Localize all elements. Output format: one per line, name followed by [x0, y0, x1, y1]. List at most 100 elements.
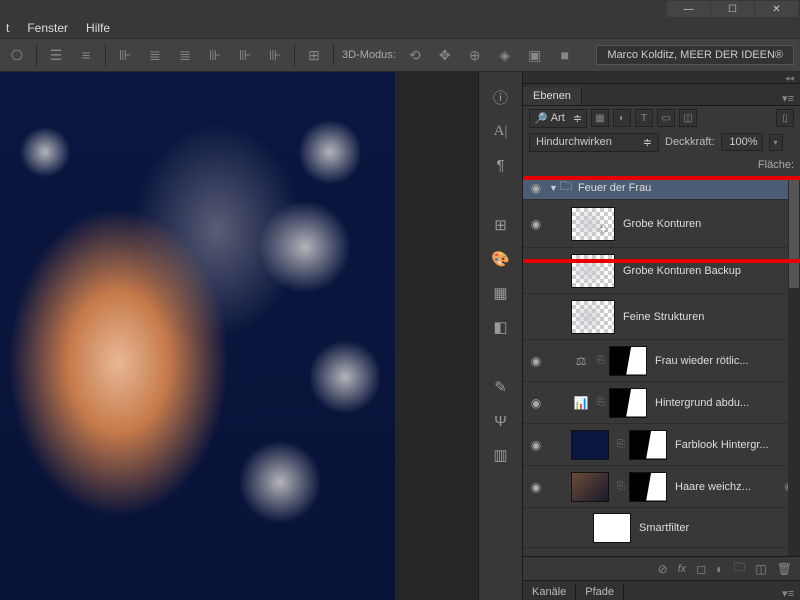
window-close-button[interactable]: ✕ [755, 1, 798, 17]
scrollbar[interactable] [788, 176, 800, 556]
mask-thumbnail[interactable] [609, 346, 647, 376]
window-maximize-button[interactable]: ☐ [711, 1, 754, 17]
filter-pixel-icon[interactable]: ▦ [591, 109, 609, 127]
layer-effects-icon[interactable]: fx [678, 563, 687, 575]
layer-name[interactable]: Frau wieder rötlic... [655, 355, 800, 367]
align-icon[interactable]: ≡ [75, 44, 97, 66]
brush-presets-icon[interactable]: Ψ [488, 410, 514, 432]
add-mask-icon[interactable]: ◻ [696, 562, 706, 576]
layer-name[interactable]: Haare weichz... [675, 481, 784, 493]
adjustments-icon[interactable]: ◧ [488, 316, 514, 338]
scrollbar-thumb[interactable] [789, 178, 799, 288]
layer-grobe-konturen-backup[interactable]: Grobe Konturen Backup [523, 248, 800, 294]
align-icon[interactable]: ☰ [45, 44, 67, 66]
opacity-input[interactable]: 100% [721, 133, 763, 151]
layer-farblook[interactable]: ◉ ⎘ Farblook Hintergr... [523, 424, 800, 466]
layer-smartfilter[interactable]: Smartfilter [523, 508, 800, 548]
panel-menu-icon[interactable]: ▾≡ [776, 92, 800, 105]
distribute-icon[interactable]: ⊪ [264, 44, 286, 66]
3d-icon[interactable]: ⊞ [303, 44, 325, 66]
3d-rotate-icon[interactable]: ✥ [434, 44, 456, 66]
brush-icon[interactable]: ✎ [488, 376, 514, 398]
clone-source-icon[interactable]: ▥ [488, 444, 514, 466]
menu-item-fenster[interactable]: Fenster [27, 21, 68, 35]
smartobject-thumbnail[interactable] [571, 472, 609, 502]
divider [36, 44, 37, 66]
filter-adjust-icon[interactable]: ◐ [613, 109, 631, 127]
3d-scale-icon[interactable]: ▣ [524, 44, 546, 66]
mask-thumbnail[interactable] [629, 430, 667, 460]
distribute-icon[interactable]: ⊪ [204, 44, 226, 66]
window-titlebar: — ☐ ✕ [0, 0, 800, 18]
canvas-image [0, 72, 395, 600]
character-icon[interactable]: A| [488, 120, 514, 142]
fill-label: Fläche: [758, 159, 794, 171]
layer-feine-strukturen[interactable]: Feine Strukturen [523, 294, 800, 340]
3d-pan-icon[interactable]: ⊕ [464, 44, 486, 66]
filter-shape-icon[interactable]: ▭ [657, 109, 675, 127]
user-badge[interactable]: Marco Kolditz, MEER DER IDEEN® [596, 45, 794, 65]
visibility-toggle-icon[interactable]: ◉ [531, 181, 541, 195]
visibility-toggle-icon[interactable]: ◉ [531, 354, 541, 368]
filter-type-icon[interactable]: T [635, 109, 653, 127]
layer-name[interactable]: Grobe Konturen Backup [623, 265, 800, 277]
disclosure-triangle-icon[interactable]: ▼ [549, 183, 558, 193]
visibility-toggle-icon[interactable]: ◉ [531, 438, 541, 452]
filter-type-dropdown[interactable]: 🔎Art≑ [529, 109, 587, 128]
link-layers-icon[interactable]: ⊘ [658, 562, 668, 576]
layer-thumbnail[interactable]: ✦ [571, 207, 615, 241]
layer-hintergrund-abdu[interactable]: ◉ 📊 ⎘ Hintergrund abdu... [523, 382, 800, 424]
menu-item-hilfe[interactable]: Hilfe [86, 21, 110, 35]
distribute-icon[interactable]: ⊪ [114, 44, 136, 66]
color-icon[interactable]: 🎨 [488, 248, 514, 270]
swatches-icon[interactable]: ⊞ [488, 214, 514, 236]
panel-collapse-icon[interactable]: ◂◂ [523, 72, 800, 84]
visibility-toggle-icon[interactable]: ◉ [531, 480, 541, 494]
filter-mask-thumbnail[interactable] [593, 513, 631, 543]
fill-thumbnail[interactable] [571, 430, 609, 460]
styles-icon[interactable]: ▦ [488, 282, 514, 304]
layers-panel-footer: ⊘ fx ◻ ◐ 🗀 ◫ 🗑 [523, 556, 800, 580]
layer-grobe-konturen[interactable]: ◉ ✦ Grobe Konturen [523, 200, 800, 248]
new-group-icon[interactable]: 🗀 [733, 558, 745, 579]
layer-name[interactable]: Feine Strukturen [623, 311, 800, 323]
tab-kanaele[interactable]: Kanäle [523, 584, 576, 600]
layer-name[interactable]: Farblook Hintergr... [675, 439, 800, 451]
layer-frau-roetlich[interactable]: ◉ ⚖ ⎘ Frau wieder rötlic... [523, 340, 800, 382]
layer-name[interactable]: Smartfilter [639, 522, 800, 534]
distribute-icon[interactable]: ⊪ [234, 44, 256, 66]
layer-group-feuer[interactable]: ◉ ▼ 🗀 Feuer der Frau [523, 176, 800, 200]
window-minimize-button[interactable]: — [667, 1, 710, 17]
layer-name[interactable]: Hintergrund abdu... [655, 397, 800, 409]
visibility-toggle-icon[interactable]: ◉ [531, 217, 541, 231]
3d-slide-icon[interactable]: ◈ [494, 44, 516, 66]
document-canvas[interactable] [0, 72, 478, 600]
layers-list[interactable]: ◉ ▼ 🗀 Feuer der Frau ◉ ✦ Grobe Konturen … [523, 176, 800, 556]
layer-thumbnail[interactable] [571, 300, 615, 334]
paragraph-icon[interactable]: ¶ [488, 154, 514, 176]
toolbar-icon[interactable]: ⎔ [6, 44, 28, 66]
tab-pfade[interactable]: Pfade [576, 584, 624, 600]
opacity-flyout-icon[interactable]: ▾ [769, 134, 783, 151]
blend-mode-dropdown[interactable]: Hindurchwirken≑ [529, 133, 659, 152]
visibility-toggle-icon[interactable]: ◉ [531, 396, 541, 410]
filter-toggle-icon[interactable]: ▯ [776, 109, 794, 127]
distribute-icon[interactable]: ≣ [144, 44, 166, 66]
info-icon[interactable]: ⓘ [488, 86, 514, 108]
distribute-icon[interactable]: ≣ [174, 44, 196, 66]
new-layer-icon[interactable]: ◫ [755, 562, 766, 576]
mask-thumbnail[interactable] [609, 388, 647, 418]
filter-smart-icon[interactable]: ◫ [679, 109, 697, 127]
layer-name[interactable]: Grobe Konturen [623, 218, 800, 230]
3d-orbit-icon[interactable]: ⟲ [404, 44, 426, 66]
delete-layer-icon[interactable]: 🗑 [777, 562, 792, 576]
menu-item-t[interactable]: t [6, 21, 9, 35]
panel-menu-icon[interactable]: ▾≡ [776, 587, 800, 600]
layer-thumbnail[interactable] [571, 254, 615, 288]
tab-ebenen[interactable]: Ebenen [523, 87, 582, 105]
add-adjustment-icon[interactable]: ◐ [716, 562, 723, 576]
layer-haare-weichz[interactable]: ◉ ⎘ Haare weichz... ◉ [523, 466, 800, 508]
layer-name[interactable]: Feuer der Frau [578, 182, 800, 194]
camera-icon[interactable]: ■ [554, 44, 576, 66]
mask-thumbnail[interactable] [629, 472, 667, 502]
